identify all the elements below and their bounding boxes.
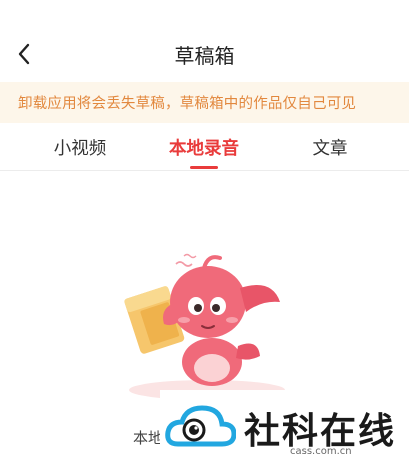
- site-watermark: 社科在线 cass.com.cn: [160, 390, 409, 469]
- draft-notice-banner: 卸载应用将会丢失草稿，草稿箱中的作品仅自己可见: [0, 82, 409, 123]
- notice-text: 卸载应用将会丢失草稿，草稿箱中的作品仅自己可见: [18, 96, 357, 112]
- tab-short-video[interactable]: 小视频: [10, 135, 150, 160]
- tab-bar: 小视频 本地录音 文章: [0, 123, 409, 171]
- top-bar: 草稿箱: [0, 0, 409, 82]
- watermark-url: cass.com.cn: [290, 446, 352, 457]
- active-tab-indicator: [190, 166, 218, 169]
- tab-local-recording[interactable]: 本地录音: [134, 135, 274, 160]
- cloud-eye-logo-icon: [165, 405, 236, 447]
- page-title: 草稿箱: [174, 44, 235, 68]
- empty-state-mascot-illustration: [124, 253, 285, 400]
- tab-articles[interactable]: 文章: [260, 135, 400, 160]
- empty-state-message: 本地: [133, 429, 164, 447]
